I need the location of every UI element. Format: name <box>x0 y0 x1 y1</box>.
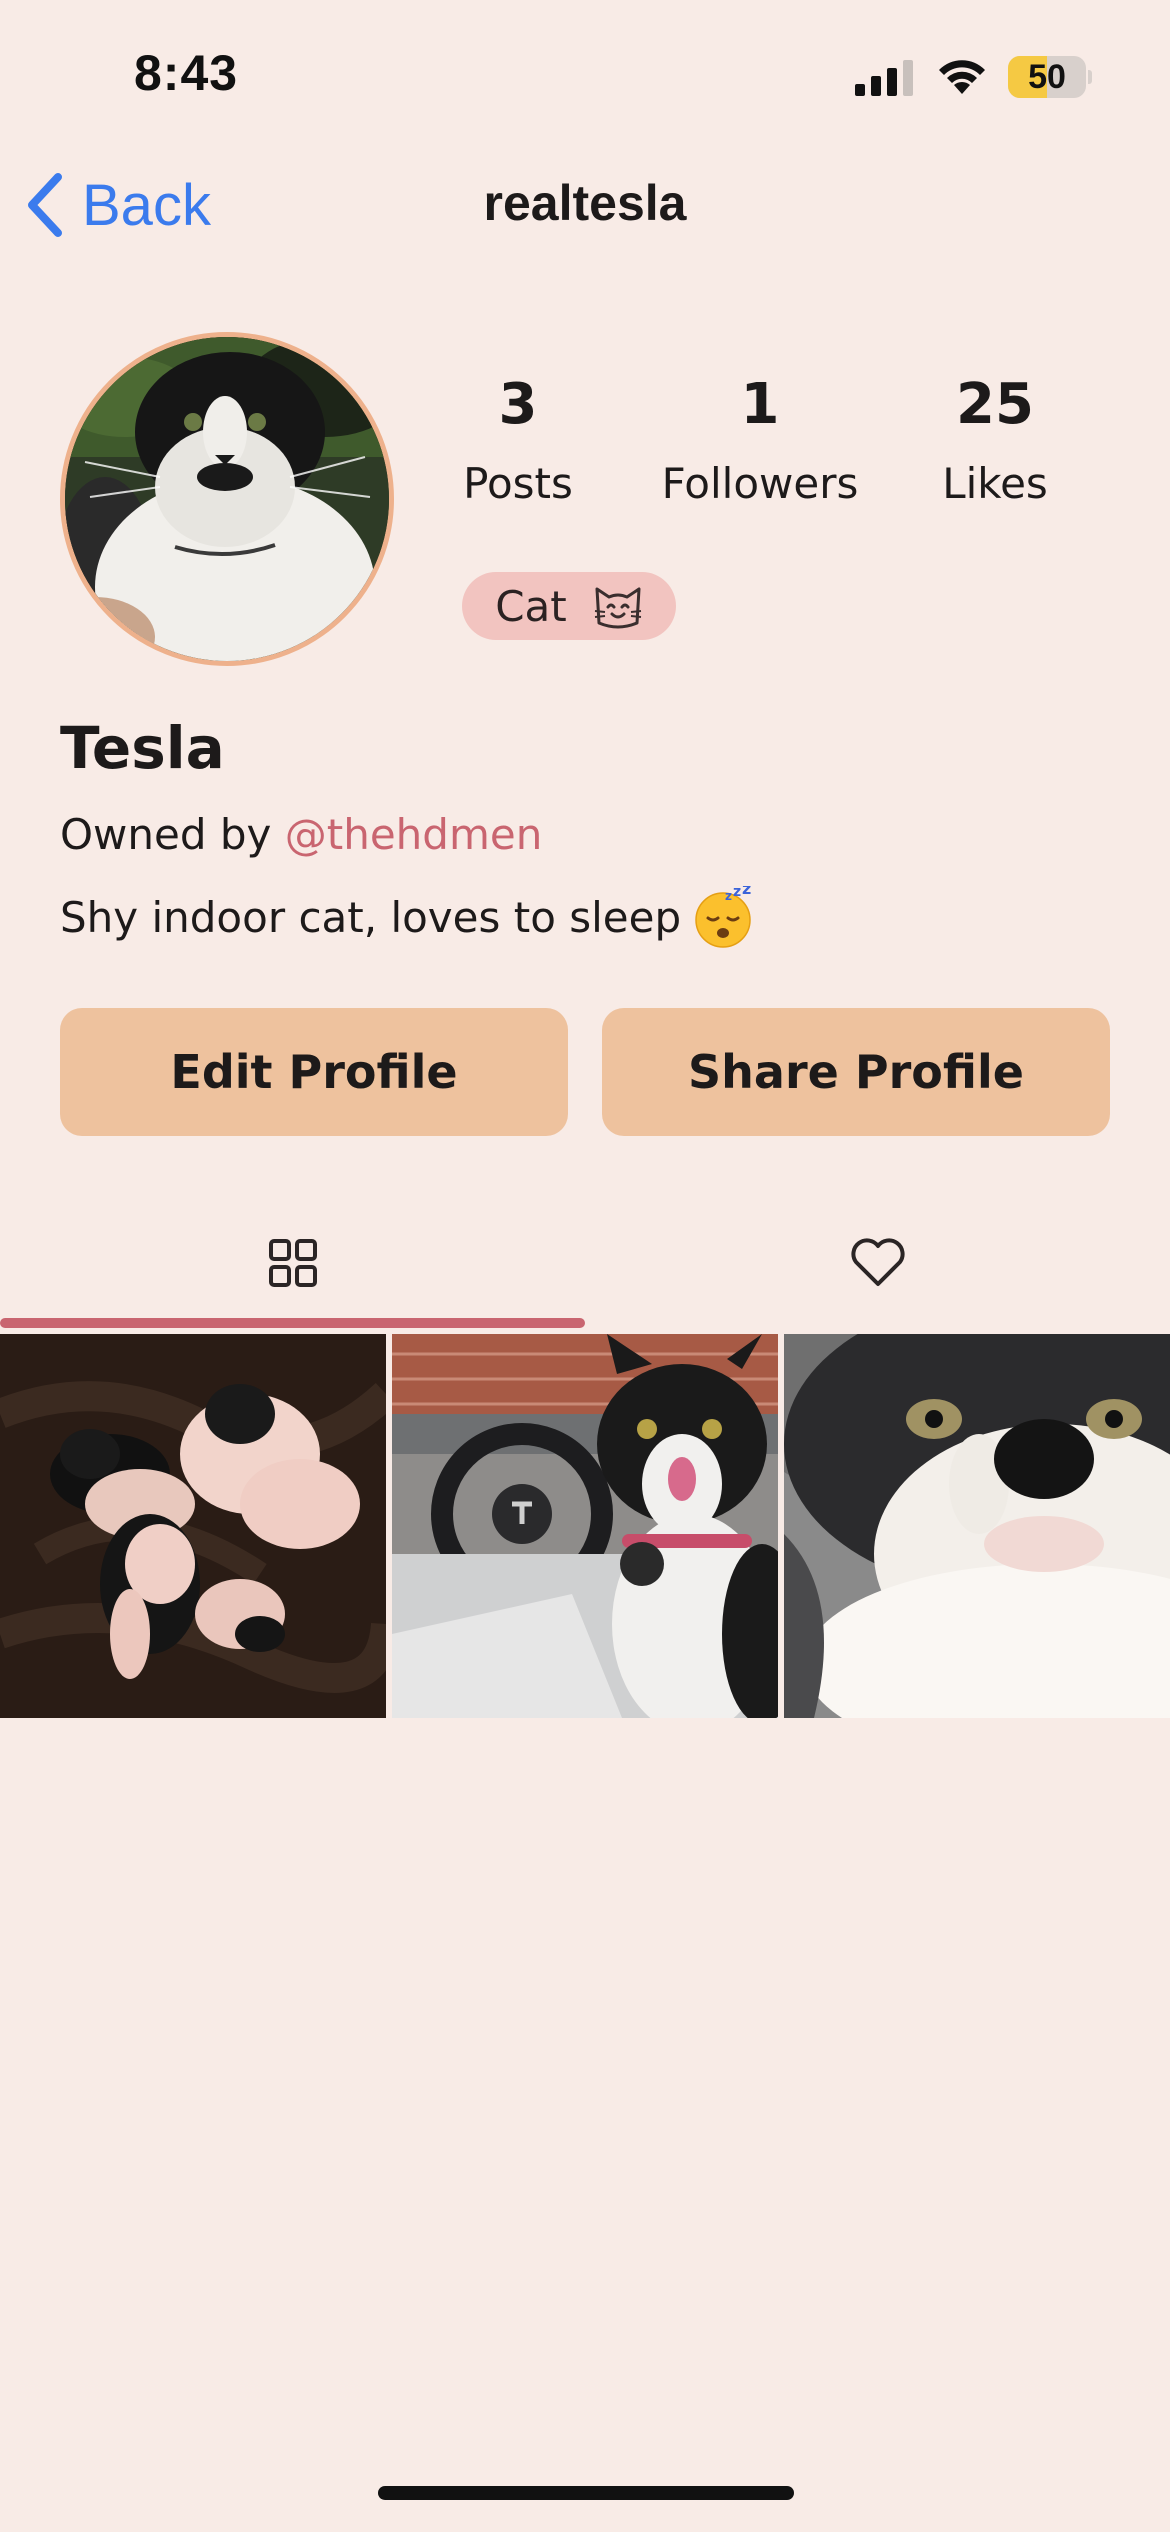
owner-line: Owned by @thehdmen <box>60 810 542 859</box>
profile-screen: 8:43 50 Back realtesla 3 Posts 1 Followe… <box>0 0 1170 2532</box>
battery-nub <box>1088 70 1092 84</box>
species-tag: Cat <box>462 572 676 640</box>
page-title: realtesla <box>483 175 687 231</box>
bio-text: Shy indoor cat, loves to sleep <box>60 892 682 942</box>
tab-posts-grid[interactable] <box>0 1200 585 1320</box>
heart-icon <box>850 1238 905 1286</box>
cat-face-icon <box>594 587 641 629</box>
status-time: 8:43 <box>134 45 239 101</box>
wifi-icon <box>939 60 985 94</box>
battery-body: 50 <box>1008 56 1086 98</box>
selected-tab-indicator <box>0 1318 585 1328</box>
svg-text:z: z <box>742 886 751 898</box>
posts-label: Posts <box>463 459 573 508</box>
profile-name: Tesla <box>60 714 225 782</box>
post-thumbnail[interactable] <box>0 1334 386 1718</box>
stat-followers[interactable]: 1 Followers <box>640 372 880 508</box>
profile-bio: Shy indoor cat, loves to sleep z z z <box>60 886 755 948</box>
share-profile-button[interactable]: Share Profile <box>602 1008 1110 1136</box>
avatar[interactable] <box>60 332 394 666</box>
owner-prefix: Owned by <box>60 810 285 859</box>
home-indicator[interactable] <box>378 2486 794 2500</box>
likes-label: Likes <box>942 459 1048 508</box>
battery-percent: 50 <box>1028 58 1066 96</box>
battery-icon: 50 <box>1008 56 1092 98</box>
stat-likes[interactable]: 25 Likes <box>920 372 1070 508</box>
followers-label: Followers <box>661 459 859 508</box>
owner-handle-link[interactable]: @thehdmen <box>285 810 543 859</box>
svg-text:z: z <box>725 889 732 903</box>
grid-icon <box>268 1239 317 1287</box>
likes-count: 25 <box>956 372 1034 437</box>
tab-liked[interactable] <box>585 1200 1170 1320</box>
posts-count: 3 <box>498 372 538 437</box>
sleeping-face-emoji: z z z <box>695 886 751 948</box>
edit-profile-button[interactable]: Edit Profile <box>60 1008 568 1136</box>
cat-avatar-photo <box>65 337 389 661</box>
cat-face-closeup-photo <box>784 1334 1170 1718</box>
cat-in-car-licking-nose-photo <box>392 1334 778 1718</box>
species-tag-label: Cat <box>495 581 567 631</box>
cellular-signal-icon <box>855 60 913 96</box>
post-thumbnail[interactable] <box>784 1334 1170 1718</box>
followers-count: 1 <box>740 372 780 437</box>
svg-text:z: z <box>733 886 741 900</box>
stat-posts[interactable]: 3 Posts <box>438 372 598 508</box>
post-thumbnail[interactable] <box>392 1334 778 1718</box>
two-cats-lying-on-blanket-photo <box>0 1334 386 1718</box>
